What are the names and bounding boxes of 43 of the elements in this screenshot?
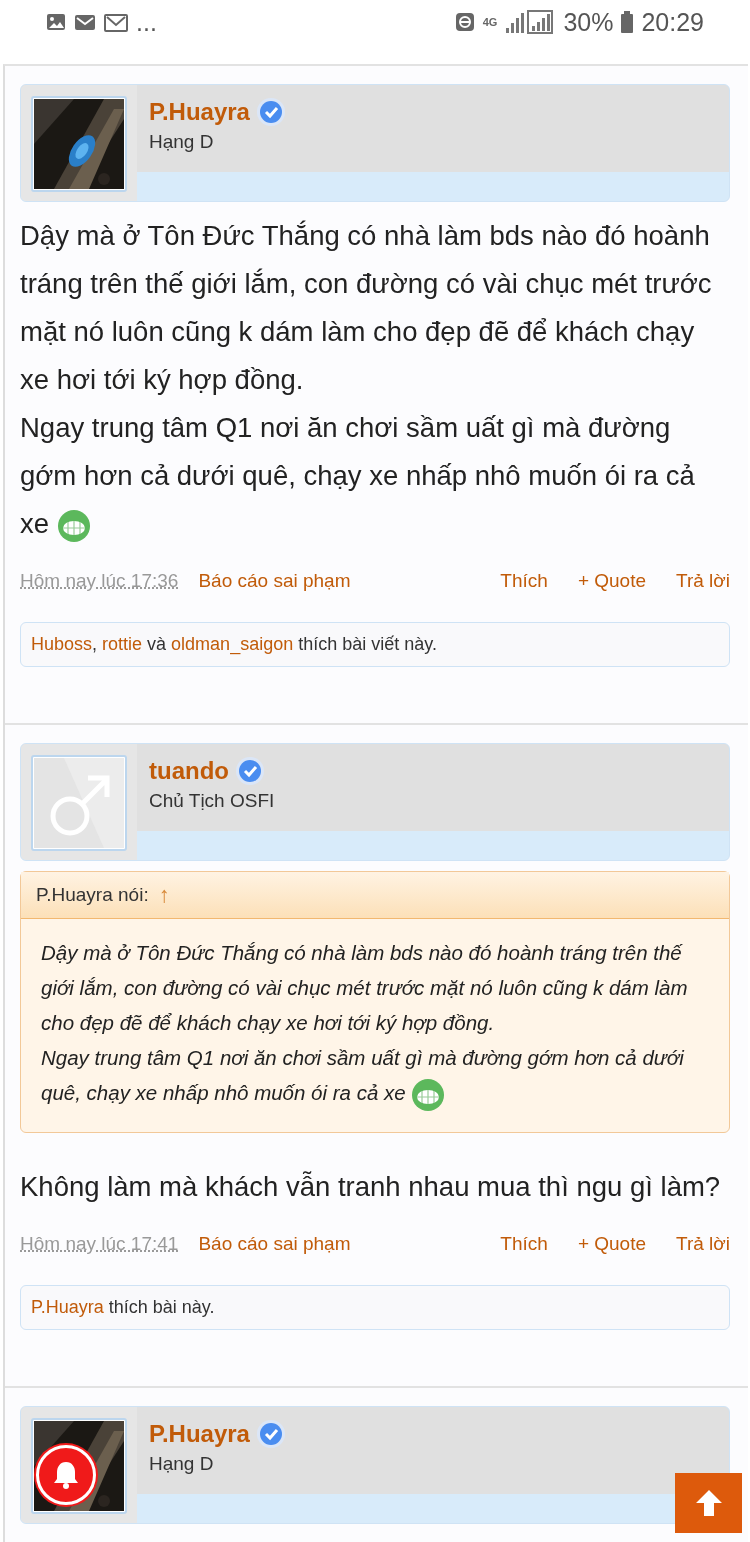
mail-icon (74, 13, 96, 31)
report-link[interactable]: Báo cáo sai phạm (198, 570, 351, 592)
network-type: 4G (482, 16, 498, 28)
data-saver-icon (454, 12, 475, 32)
username-link[interactable]: tuando (149, 757, 229, 785)
notification-overflow: ... (136, 7, 157, 37)
likes-text: và (146, 634, 168, 654)
post-timestamp[interactable]: Hôm nay lúc 17:41 (20, 1232, 179, 1255)
image-icon (46, 13, 66, 31)
mail-icon (104, 12, 128, 32)
action-link[interactable]: Trả lời (676, 1232, 730, 1255)
user-rank: Chủ Tịch OSFI (149, 790, 275, 812)
action-link[interactable]: Trả lời (676, 570, 730, 592)
likes-text: thích bài này. (107, 1296, 215, 1317)
post-text: Ngay trung tâm Q1 nơi ăn chơi sầm uất gì mà đường gớm hơn cả dưới quê, chạy xe nhấp nhô muốn ói ra cả xe (41, 1040, 709, 1112)
user-link[interactable]: rottie (102, 634, 143, 654)
username-link[interactable]: P.Huayra (149, 98, 250, 126)
user-rank: Hạng D (149, 1452, 215, 1475)
clock: 20:29 (641, 7, 704, 37)
action-link[interactable]: + Quote (577, 1232, 646, 1255)
post-timestamp[interactable]: Hôm nay lúc 17:36 (20, 570, 179, 592)
jump-to-quote-link[interactable]: ↑ (158, 882, 170, 908)
username-link[interactable]: P.Huayra (149, 1419, 250, 1448)
user-link[interactable]: oldman_saigon (171, 634, 294, 654)
quote-author: P.Huayra nói: (36, 884, 149, 906)
user-rank: Hạng D (149, 131, 215, 153)
action-link[interactable]: Thích (500, 1232, 548, 1255)
post-text: Ngay trung tâm Q1 nơi ăn chơi sầm uất gì mà đường gớm hơn cả dưới quê, chạy xe nhấp nhô muốn ói ra cả xe (20, 404, 730, 548)
post-text: Dậy mà ở Tôn Đức Thắng có nhà làm bds nào đó hoành tráng trên thế giới lắm, con đường có vài chục mét trước mặt nó luôn cũng k dám làm cho đẹp đẽ để khách chạy xe hơi tới ký hợp đồng. (41, 940, 689, 1036)
likes-text: , (92, 634, 99, 654)
battery-level: 30% (563, 7, 614, 37)
action-link[interactable]: + Quote (577, 570, 646, 592)
report-link[interactable]: Báo cáo sai phạm (198, 1232, 351, 1255)
user-link[interactable]: Huboss (31, 634, 93, 654)
post-text: Dậy mà ở Tôn Đức Thắng có nhà làm bds nào đó hoành tráng trên thế giới lắm, con đường có vài chục mét trước mặt nó luôn cũng k dám làm cho đẹp đẽ để khách chạy xe hơi tới ký hợp đồng. (20, 219, 713, 397)
action-link[interactable]: Thích (500, 570, 548, 592)
signal-icon (505, 9, 556, 35)
male-symbol-icon (34, 758, 124, 848)
user-link[interactable]: P.Huayra (31, 1296, 104, 1317)
battery-icon (621, 11, 634, 33)
post-text: Không làm mà khách vẫn tranh nhau mua thì ngu gì làm? (20, 1169, 722, 1204)
scroll-to-top-button[interactable] (675, 1473, 742, 1533)
likes-text: thích bài viết này. (297, 634, 437, 654)
